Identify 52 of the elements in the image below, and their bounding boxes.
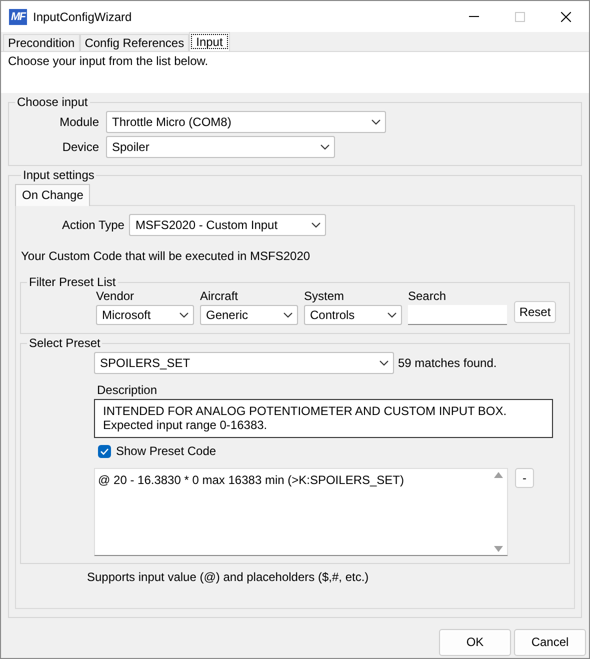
caret-icon	[379, 360, 389, 366]
code-editor[interactable]: @ 20 - 16.3830 * 0 max 16383 min (>K:SPOILERS_SET)	[94, 468, 508, 556]
code-text: @ 20 - 16.3830 * 0 max 16383 min (>K:SPOILERS_SET)	[97, 472, 405, 490]
dropdown[interactable]: Controls	[304, 305, 402, 326]
field-label: Vendor	[96, 289, 136, 304]
search-field[interactable]	[408, 305, 507, 326]
dropdown[interactable]: Throttle Micro (COM8)	[106, 111, 386, 134]
match-count: 59 matches found.	[398, 356, 497, 370]
dropdown[interactable]: Microsoft	[96, 305, 194, 326]
scroll-up-icon[interactable]	[494, 472, 503, 478]
group-title: Select Preset	[28, 336, 102, 350]
description-line: Expected input range 0-16383.	[103, 418, 268, 432]
checkbox-label: Show Preset Code	[116, 444, 216, 458]
dropdown[interactable]: SPOILERS_SET	[94, 352, 394, 374]
caret-icon	[320, 144, 330, 150]
tab[interactable]: Precondition	[3, 34, 80, 51]
tab[interactable]: Input	[189, 32, 230, 51]
field-label: Search	[408, 289, 448, 304]
hint-text: Supports input value (@) and placeholders ($,#, etc.)	[87, 570, 370, 584]
app-logo: MF	[9, 8, 27, 24]
dropdown[interactable]: MSFS2020 - Custom Input	[129, 214, 326, 236]
dropdown[interactable]: Spoiler	[106, 136, 335, 158]
field-label: Aircraft	[200, 289, 240, 304]
instruction-text: Choose your input from the list below.	[8, 54, 210, 68]
caret-icon	[387, 312, 397, 318]
dialog-button[interactable]: OK	[439, 628, 511, 656]
field-label: Description	[97, 383, 158, 398]
maximize-icon	[515, 12, 525, 22]
description-line: INTENDED FOR ANALOG POTENTIOMETER AND CUSTOM INPUT BOX.	[103, 404, 508, 418]
caret-icon	[311, 222, 322, 228]
field-label: System	[304, 289, 346, 304]
minimize-icon	[469, 16, 479, 17]
caret-icon	[179, 312, 189, 318]
info-text: Your Custom Code that will be executed in MSFS2020	[21, 249, 312, 264]
close-icon	[561, 12, 571, 22]
caret-icon	[371, 119, 381, 126]
group-title: Choose input	[16, 95, 89, 110]
checkbox[interactable]	[98, 444, 111, 458]
field-label: Device	[61, 140, 99, 154]
field-label: Module	[58, 115, 99, 130]
reset-button[interactable]: Reset	[514, 301, 556, 324]
field-label: Action Type	[62, 218, 124, 232]
tab[interactable]: Config References	[80, 34, 190, 51]
scroll-down-icon[interactable]	[494, 546, 503, 552]
window-title: InputConfigWizard	[33, 10, 133, 24]
dialog-button[interactable]: Cancel	[514, 628, 586, 656]
group-title: Input settings	[22, 168, 96, 182]
tab[interactable]: On Change	[15, 184, 90, 206]
collapse-button[interactable]: -	[515, 468, 534, 488]
group-title: Filter Preset List	[28, 275, 117, 290]
caret-icon	[283, 312, 293, 318]
dropdown[interactable]: Generic	[200, 305, 298, 326]
